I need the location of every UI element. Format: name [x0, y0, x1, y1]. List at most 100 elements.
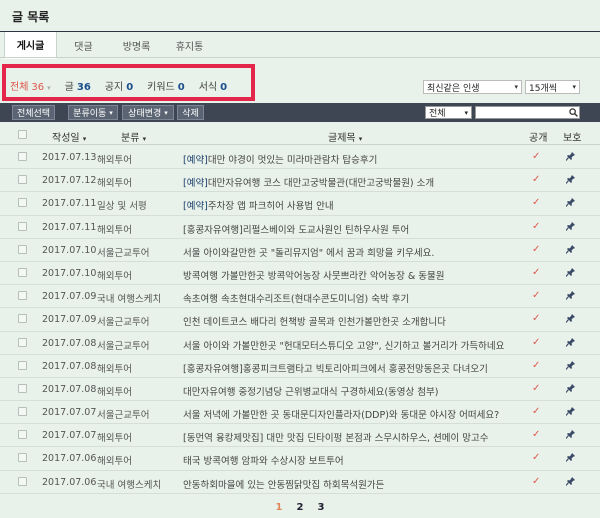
page-3-link[interactable]: 3	[317, 502, 324, 513]
tab-comments[interactable]: 댓글	[57, 32, 110, 58]
public-check-icon[interactable]: ✓	[532, 267, 540, 278]
delete-button[interactable]: 삭제	[177, 105, 204, 120]
public-check-icon[interactable]: ✓	[532, 151, 540, 162]
row-title-link[interactable]: [예약]대만자유여행 코스 대만고궁박물관(대만고궁박물원) 소개	[183, 175, 513, 189]
page-1-link[interactable]: 1	[276, 502, 283, 513]
row-checkbox[interactable]	[18, 198, 27, 208]
category-column-header[interactable]: 분류 ▾	[121, 129, 146, 144]
public-check-icon[interactable]: ✓	[532, 429, 540, 440]
row-checkbox[interactable]	[18, 175, 27, 185]
row-checkbox[interactable]	[18, 476, 27, 486]
pin-icon[interactable]	[566, 359, 575, 373]
public-check-icon[interactable]: ✓	[532, 406, 540, 417]
row-title-link[interactable]: [홍콩자유여행]리펄스베이와 도교사원인 틴하우사원 투어	[183, 222, 513, 236]
chevron-down-icon: ▾	[142, 135, 147, 143]
row-title-link[interactable]: 서울 아이와 가볼만한곳 "헌대모터스튜디오 고양", 신기하고 볼거리가 가득…	[183, 338, 513, 352]
move-category-button[interactable]: 분류이동 ▾	[68, 105, 118, 120]
row-checkbox[interactable]	[18, 337, 27, 347]
filter-keyword[interactable]: 키워드 0	[147, 78, 185, 93]
chevron-down-icon: ▾	[572, 83, 576, 91]
filter-all[interactable]: 전체 36 ▾	[10, 78, 51, 93]
public-check-icon[interactable]: ✓	[532, 290, 540, 301]
filter-posts[interactable]: 글 36	[65, 78, 91, 93]
date-column-header[interactable]: 작성일 ▾	[52, 129, 86, 144]
row-title-link[interactable]: [동먼역 융캉제맛집] 대만 맛집 딘타이펑 본점과 스무시하우스, 션메이 망…	[183, 430, 513, 444]
pin-icon[interactable]	[566, 290, 575, 303]
row-checkbox[interactable]	[18, 407, 27, 417]
search-scope-select[interactable]: 전체 ▾	[425, 106, 472, 119]
public-check-icon[interactable]: ✓	[532, 476, 540, 487]
search-input[interactable]	[475, 106, 580, 119]
tab-posts[interactable]: 게시글	[4, 32, 57, 59]
public-check-icon[interactable]: ✓	[532, 197, 540, 208]
row-date: 2017.07.07	[42, 407, 97, 419]
row-title-link[interactable]: [홍콩자유여행]홍콩피크트램타고 빅토리아피크에서 홍콩전망동은곳 다녀오기	[183, 361, 513, 375]
row-checkbox[interactable]	[18, 152, 27, 161]
pin-icon[interactable]	[566, 452, 575, 465]
public-check-icon[interactable]: ✓	[532, 452, 540, 463]
tab-trash[interactable]: 휴지통	[163, 32, 216, 58]
row-title-link[interactable]: 안동하회마을에 있는 안동찜닭맛집 하회목석원가든	[183, 477, 513, 491]
move-category-label: 분류이동	[73, 109, 107, 119]
row-checkbox[interactable]	[18, 430, 27, 440]
public-check-icon[interactable]: ✓	[532, 313, 540, 324]
pin-icon[interactable]	[566, 220, 575, 234]
row-title-link[interactable]: 서울 아이와갈만한 곳 "돌리뮤지엄" 에서 꿈과 희망을 키우세요.	[183, 245, 513, 259]
public-check-icon[interactable]: ✓	[532, 337, 540, 348]
pin-icon[interactable]	[566, 197, 575, 210]
page-2-link[interactable]: 2	[297, 502, 304, 513]
row-title-tag: [예약]	[183, 155, 208, 166]
pin-icon[interactable]	[566, 243, 575, 257]
pin-icon[interactable]	[566, 174, 575, 187]
row-checkbox[interactable]	[18, 291, 27, 301]
pin-icon[interactable]	[566, 475, 575, 489]
row-title-link[interactable]: [예약]주차장 앱 파크히어 사용법 안내	[183, 198, 513, 212]
pagination: 1 2 3	[0, 502, 600, 513]
pin-icon[interactable]	[566, 336, 575, 350]
pin-icon[interactable]	[566, 151, 575, 164]
change-status-label: 상태변경	[128, 109, 162, 119]
row-date: 2017.07.07	[42, 430, 97, 442]
row-checkbox[interactable]	[18, 244, 27, 254]
filter-posts-label: 글	[64, 82, 74, 93]
search-icon[interactable]	[566, 106, 580, 119]
pin-icon[interactable]	[566, 266, 575, 280]
public-check-icon[interactable]: ✓	[532, 244, 540, 255]
row-title-link[interactable]: 대만자유여행 중정기념당 근위병교대식 구경하세요(동영상 첨부)	[183, 384, 513, 398]
row-checkbox[interactable]	[18, 221, 27, 231]
row-date: 2017.07.10	[42, 267, 97, 279]
filter-template[interactable]: 서식 0	[199, 78, 227, 93]
row-category: 해외투어	[97, 155, 132, 166]
row-checkbox[interactable]	[18, 267, 27, 277]
pin-icon[interactable]	[566, 313, 575, 326]
filter-keyword-label: 키워드	[147, 82, 175, 93]
row-title-link[interactable]: 태국 방콕여행 암파와 수상시장 보트투어	[183, 453, 513, 467]
row-title-link[interactable]: 서울 저녁에 가볼만한 곳 동대문디자인플라자(DDP)와 동대문 야시장 어떠…	[183, 407, 513, 421]
public-check-icon[interactable]: ✓	[532, 383, 540, 394]
row-title-link[interactable]: 인천 데이트코스 배다리 헌책방 골목과 인천가볼만한곳 소개합니다	[183, 314, 513, 328]
table-row: 2017.07.07 서울근교투어 서울 저녁에 가볼만한 곳 동대문디자인플라자(…	[0, 401, 600, 425]
sort-select[interactable]: 최신같은 인생 ▾	[423, 80, 522, 94]
row-title-link[interactable]: 방콕여행 가볼만한곳 방콕악어농장 사뭇쁘라칸 악어농장 & 동물원	[183, 268, 513, 282]
row-checkbox[interactable]	[18, 453, 27, 463]
row-checkbox[interactable]	[18, 360, 27, 370]
public-check-icon[interactable]: ✓	[532, 360, 540, 371]
change-status-button[interactable]: 상태변경 ▾	[122, 105, 174, 120]
row-checkbox[interactable]	[18, 314, 27, 324]
tab-guestbook[interactable]: 방명록	[110, 32, 163, 58]
select-all-checkbox[interactable]	[18, 130, 27, 139]
pin-icon[interactable]	[566, 382, 575, 396]
row-title-link[interactable]: 속초여행 속초현대수리조트(현대수콘도미니엄) 숙박 후기	[183, 291, 513, 305]
title-column-header[interactable]: 글제목 ▾	[328, 129, 362, 144]
filter-notice[interactable]: 공지 0	[105, 78, 133, 93]
pin-icon[interactable]	[566, 406, 575, 419]
per-page-select[interactable]: 15개씩 ▾	[525, 80, 580, 94]
row-title: 서울 저녁에 가볼만한 곳 동대문디자인플라자(DDP)와 동대문 야시장 어떠…	[183, 410, 500, 422]
public-check-icon[interactable]: ✓	[532, 174, 540, 185]
row-checkbox[interactable]	[18, 383, 27, 393]
row-title-link[interactable]: [예약]대만 야경이 멋있는 미라마관람차 탑승후기	[183, 152, 513, 166]
select-all-button[interactable]: 전체선택	[12, 105, 55, 120]
public-check-icon[interactable]: ✓	[532, 221, 540, 232]
row-title: 서울 아이와갈만한 곳 "돌리뮤지엄" 에서 꿈과 희망을 키우세요.	[183, 247, 435, 259]
pin-icon[interactable]	[566, 429, 575, 442]
